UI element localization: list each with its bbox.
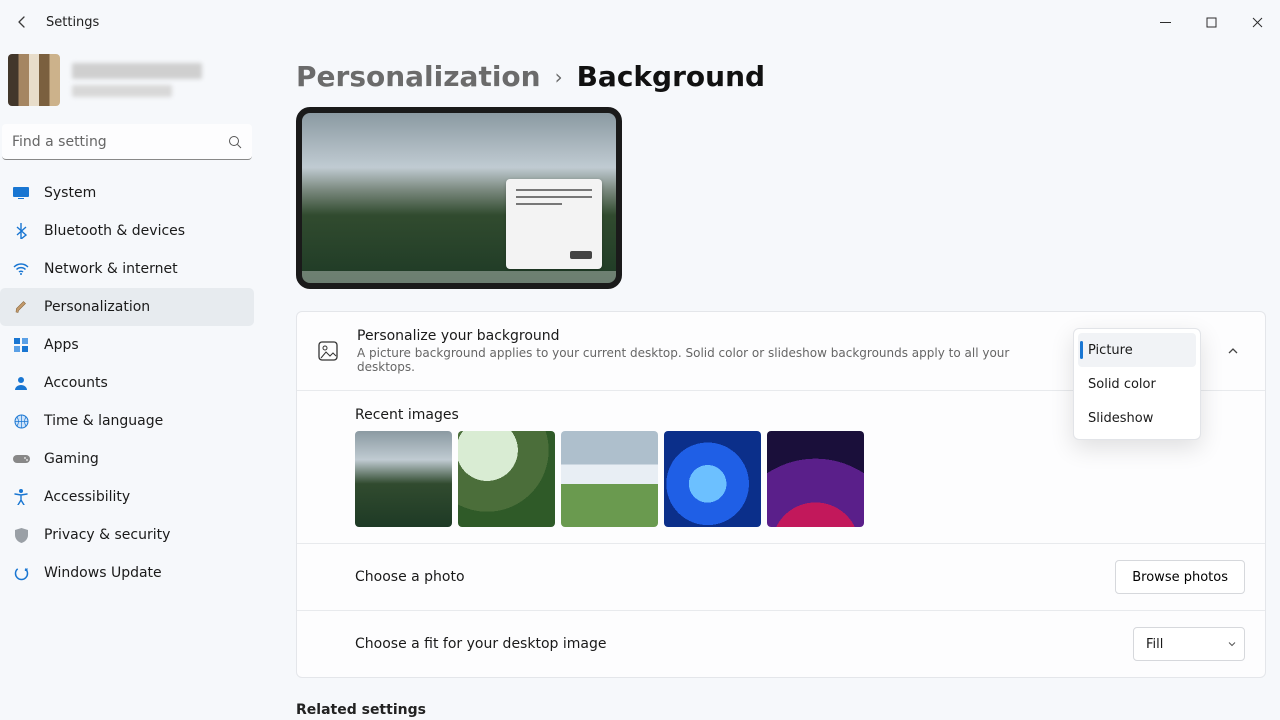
minimize-icon bbox=[1160, 17, 1171, 28]
person-icon bbox=[12, 374, 30, 392]
arrow-left-icon bbox=[14, 14, 30, 30]
fit-dropdown[interactable]: Fill bbox=[1133, 627, 1245, 661]
collapse-button[interactable] bbox=[1221, 339, 1245, 363]
personalize-body: Personalize your background A picture ba… bbox=[357, 328, 1061, 374]
update-icon bbox=[12, 564, 30, 582]
search-icon bbox=[228, 135, 242, 149]
type-option-picture[interactable]: Picture bbox=[1078, 333, 1196, 367]
recent-thumb[interactable] bbox=[767, 431, 864, 527]
titlebar: Settings bbox=[0, 0, 1280, 44]
nav: System Bluetooth & devices Network & int… bbox=[0, 174, 260, 592]
related-heading: Related settings bbox=[296, 702, 1266, 718]
preview-window bbox=[506, 179, 602, 269]
picture-icon bbox=[317, 340, 339, 362]
page-title: Background bbox=[577, 60, 765, 93]
main: Personalization › Background Personalize… bbox=[260, 44, 1280, 720]
chevron-right-icon: › bbox=[555, 65, 563, 89]
fit-value: Fill bbox=[1146, 637, 1163, 652]
window-controls bbox=[1142, 6, 1280, 38]
titlebar-left: Settings bbox=[6, 6, 99, 38]
search-input[interactable] bbox=[2, 124, 252, 160]
breadcrumb: Personalization › Background bbox=[296, 60, 1266, 93]
window-title: Settings bbox=[46, 15, 99, 30]
avatar bbox=[8, 54, 60, 106]
back-button[interactable] bbox=[6, 6, 38, 38]
wifi-icon bbox=[12, 260, 30, 278]
sidebar-item-label: Privacy & security bbox=[44, 527, 170, 543]
fit-section: Choose a fit for your desktop image Fill bbox=[297, 610, 1265, 677]
choose-photo-label: Choose a photo bbox=[355, 569, 1097, 585]
user-name bbox=[72, 63, 202, 79]
sidebar-item-system[interactable]: System bbox=[0, 174, 254, 212]
sidebar-item-label: Accounts bbox=[44, 375, 108, 391]
bluetooth-icon bbox=[12, 222, 30, 240]
minimize-button[interactable] bbox=[1142, 6, 1188, 38]
preview-button bbox=[570, 251, 592, 259]
user-block[interactable] bbox=[0, 50, 260, 124]
type-option-solid[interactable]: Solid color bbox=[1078, 367, 1196, 401]
sidebar-item-label: Bluetooth & devices bbox=[44, 223, 185, 239]
accessibility-icon bbox=[12, 488, 30, 506]
background-card: Personalize your background A picture ba… bbox=[296, 311, 1266, 678]
sidebar-item-apps[interactable]: Apps bbox=[0, 326, 254, 364]
type-option-slideshow[interactable]: Slideshow bbox=[1078, 401, 1196, 435]
close-icon bbox=[1252, 17, 1263, 28]
maximize-button[interactable] bbox=[1188, 6, 1234, 38]
recent-thumb[interactable] bbox=[355, 431, 452, 527]
sidebar-item-gaming[interactable]: Gaming bbox=[0, 440, 254, 478]
browse-photos-button[interactable]: Browse photos bbox=[1115, 560, 1245, 594]
sidebar-item-label: Network & internet bbox=[44, 261, 178, 277]
choose-photo-section: Choose a photo Browse photos bbox=[297, 543, 1265, 610]
sidebar-item-label: Apps bbox=[44, 337, 79, 353]
recent-thumb[interactable] bbox=[458, 431, 555, 527]
user-email bbox=[72, 85, 172, 97]
personalize-sub: A picture background applies to your cur… bbox=[357, 346, 1061, 374]
sidebar-item-accounts[interactable]: Accounts bbox=[0, 364, 254, 402]
sidebar-item-accessibility[interactable]: Accessibility bbox=[0, 478, 254, 516]
recent-thumbnails bbox=[355, 431, 864, 527]
sidebar-item-label: Accessibility bbox=[44, 489, 130, 505]
sidebar: System Bluetooth & devices Network & int… bbox=[0, 44, 260, 720]
sidebar-item-time[interactable]: Time & language bbox=[0, 402, 254, 440]
background-type-dropdown[interactable]: Picture Picture Solid color Slideshow bbox=[1079, 334, 1195, 368]
sidebar-item-label: Time & language bbox=[44, 413, 163, 429]
breadcrumb-parent[interactable]: Personalization bbox=[296, 60, 541, 93]
gamepad-icon bbox=[12, 450, 30, 468]
display-icon bbox=[12, 184, 30, 202]
sidebar-item-label: Personalization bbox=[44, 299, 150, 315]
recent-thumb[interactable] bbox=[561, 431, 658, 527]
sidebar-item-privacy[interactable]: Privacy & security bbox=[0, 516, 254, 554]
background-type-popup: Picture Solid color Slideshow bbox=[1073, 328, 1201, 440]
apps-icon bbox=[12, 336, 30, 354]
sidebar-item-personalization[interactable]: Personalization bbox=[0, 288, 254, 326]
personalize-title: Personalize your background bbox=[357, 328, 1061, 344]
sidebar-item-bluetooth[interactable]: Bluetooth & devices bbox=[0, 212, 254, 250]
fit-select[interactable]: Fill bbox=[1133, 627, 1245, 661]
maximize-icon bbox=[1206, 17, 1217, 28]
close-button[interactable] bbox=[1234, 6, 1280, 38]
paintbrush-icon bbox=[12, 298, 30, 316]
desktop-preview bbox=[296, 107, 622, 289]
fit-label: Choose a fit for your desktop image bbox=[355, 636, 1115, 652]
recent-thumb[interactable] bbox=[664, 431, 761, 527]
sidebar-item-label: Gaming bbox=[44, 451, 99, 467]
shield-icon bbox=[12, 526, 30, 544]
sidebar-item-label: System bbox=[44, 185, 96, 201]
personalize-section[interactable]: Personalize your background A picture ba… bbox=[297, 312, 1265, 390]
recent-images-label: Recent images bbox=[355, 407, 459, 423]
search-wrap bbox=[2, 124, 252, 160]
preview-taskbar bbox=[302, 271, 616, 283]
sidebar-item-network[interactable]: Network & internet bbox=[0, 250, 254, 288]
clock-globe-icon bbox=[12, 412, 30, 430]
chevron-up-icon bbox=[1227, 345, 1239, 357]
sidebar-item-update[interactable]: Windows Update bbox=[0, 554, 254, 592]
chevron-down-icon bbox=[1227, 639, 1237, 649]
sidebar-item-label: Windows Update bbox=[44, 565, 162, 581]
preview-lines bbox=[516, 189, 592, 210]
